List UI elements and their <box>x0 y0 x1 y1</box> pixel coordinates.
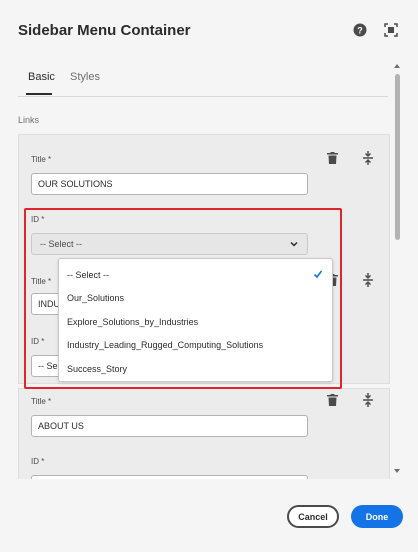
tab-list: Basic Styles <box>18 68 388 96</box>
chevron-down-icon <box>290 241 298 247</box>
id-label: ID * <box>31 337 45 346</box>
dropdown-option[interactable]: -- Select -- <box>59 263 332 286</box>
svg-text:?: ? <box>357 26 363 36</box>
help-icon[interactable]: ? <box>351 21 369 39</box>
title-input[interactable]: OUR SOLUTIONS <box>31 173 308 195</box>
cancel-button[interactable]: Cancel <box>287 505 339 528</box>
tab-styles[interactable]: Styles <box>70 71 100 83</box>
title-input[interactable]: ABOUT US <box>31 415 308 437</box>
title-label: Title * <box>31 277 52 286</box>
checkmark-icon <box>313 270 323 279</box>
drag-handle-icon[interactable] <box>361 151 375 165</box>
scroll-down-icon[interactable] <box>393 467 401 475</box>
scrollbar-thumb[interactable] <box>395 74 400 240</box>
done-button[interactable]: Done <box>351 505 403 528</box>
delete-icon[interactable] <box>325 151 339 165</box>
drag-handle-icon[interactable] <box>361 393 375 407</box>
dialog-title: Sidebar Menu Container <box>18 22 191 39</box>
link-item-panel: Title * ABOUT US ID * <box>18 388 390 479</box>
id-dropdown-menu: -- Select -- Our_Solutions Explore_Solut… <box>58 258 333 382</box>
dropdown-option[interactable]: Industry_Leading_Rugged_Computing_Soluti… <box>59 333 332 356</box>
drag-handle-icon[interactable] <box>361 273 375 287</box>
scroll-up-icon[interactable] <box>393 62 401 70</box>
title-label: Title * <box>31 397 52 406</box>
dropdown-option[interactable]: Success_Story <box>59 357 332 380</box>
id-select-value: -- Se <box>38 361 58 371</box>
active-tab-indicator <box>26 93 52 95</box>
id-select[interactable] <box>31 475 308 479</box>
delete-icon[interactable] <box>325 393 339 407</box>
links-section-label: Links <box>18 115 40 125</box>
title-label: Title * <box>31 155 52 164</box>
id-label: ID * <box>31 457 45 466</box>
fullscreen-icon[interactable] <box>382 21 400 39</box>
tab-basic[interactable]: Basic <box>28 71 55 83</box>
tabs-divider <box>18 96 388 97</box>
id-select-value: -- Select -- <box>40 239 83 249</box>
dropdown-option[interactable]: Explore_Solutions_by_Industries <box>59 310 332 333</box>
dialog-header: Sidebar Menu Container ? <box>0 0 418 60</box>
id-select[interactable]: -- Select -- <box>31 233 308 255</box>
dropdown-option[interactable]: Our_Solutions <box>59 286 332 309</box>
id-label: ID * <box>31 215 45 224</box>
